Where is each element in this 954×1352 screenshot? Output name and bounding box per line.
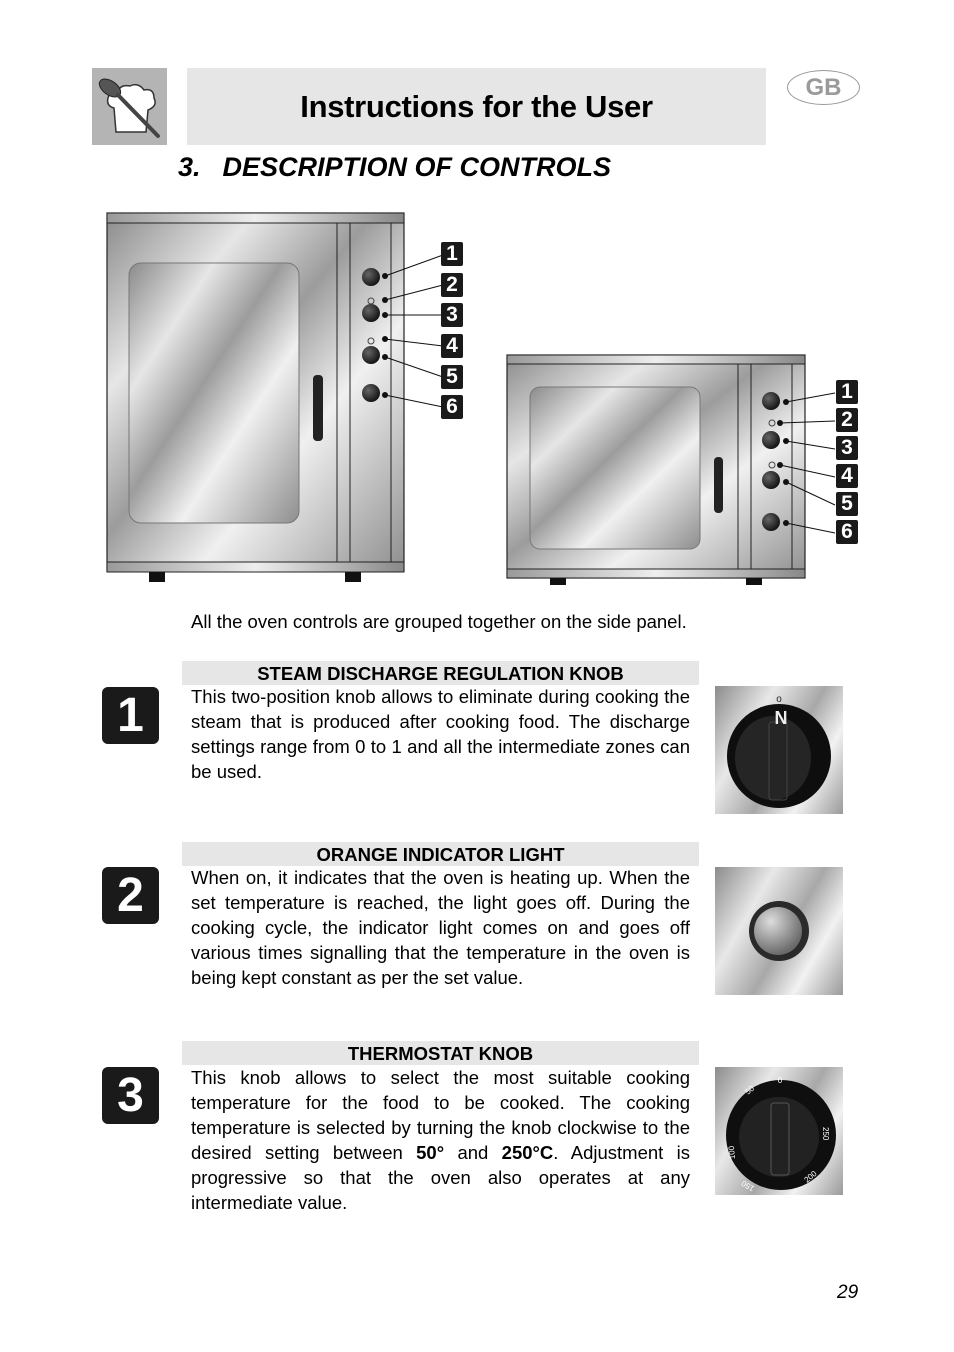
page-title: Instructions for the User xyxy=(300,88,653,124)
large-oven-callout-6: 6 xyxy=(441,395,463,419)
header-bar: Instructions for the User xyxy=(187,68,766,145)
small-oven-callout-1: 1 xyxy=(836,380,858,404)
steam-knob-icon: o N xyxy=(715,686,843,814)
knob-label-250: 250 xyxy=(821,1127,830,1141)
item-1-number-badge: 1 xyxy=(102,687,159,744)
small-oven-callout-3: 3 xyxy=(836,436,858,460)
item-3-body-text-mid: and xyxy=(444,1142,502,1163)
large-oven-callout-1: 1 xyxy=(441,242,463,266)
section-title: 3. DESCRIPTION OF CONTROLS xyxy=(178,152,611,183)
small-oven-callout-4: 4 xyxy=(836,464,858,488)
knob-label-100: 100 xyxy=(727,1145,737,1160)
item-3-body: This knob allows to select the most suit… xyxy=(191,1065,690,1215)
item-2-heading: ORANGE INDICATOR LIGHT xyxy=(182,842,699,866)
svg-text:N: N xyxy=(775,708,788,728)
large-oven-callout-5: 5 xyxy=(441,365,463,389)
small-oven-illustration xyxy=(506,354,836,585)
item-2-body: When on, it indicates that the oven is h… xyxy=(191,867,690,988)
item-2-number-badge: 2 xyxy=(102,867,159,924)
language-badge: GB xyxy=(787,70,860,105)
item-1-heading: STEAM DISCHARGE REGULATION KNOB xyxy=(182,661,699,685)
page-number: 29 xyxy=(837,1282,859,1303)
intro-text: All the oven controls are grouped togeth… xyxy=(191,611,687,632)
indicator-light-icon xyxy=(715,867,843,995)
large-oven-callout-2: 2 xyxy=(441,273,463,297)
language-badge-text: GB xyxy=(805,73,842,101)
knob-label-0: 0 xyxy=(778,1076,783,1085)
item-3-min-temp: 50° xyxy=(416,1142,445,1163)
item-3-max-temp: 250°C xyxy=(501,1142,554,1163)
small-oven-callout-5: 5 xyxy=(836,492,858,516)
thermostat-knob-icon: 0 50 100 150 200 250 xyxy=(715,1067,843,1195)
small-oven-callout-2: 2 xyxy=(836,408,858,432)
section-title-text: DESCRIPTION OF CONTROLS xyxy=(222,152,612,182)
section-number: 3. xyxy=(178,152,201,182)
item-1-body: This two-position knob allows to elimina… xyxy=(191,686,690,782)
large-oven-callout-3: 3 xyxy=(441,303,463,327)
item-3-heading: THERMOSTAT KNOB xyxy=(182,1041,699,1065)
small-oven-callout-6: 6 xyxy=(836,520,858,544)
item-3-number-badge: 3 xyxy=(102,1067,159,1124)
svg-text:o: o xyxy=(776,694,782,705)
large-oven-illustration xyxy=(106,212,444,582)
large-oven-callout-4: 4 xyxy=(441,334,463,358)
chef-hat-spoon-icon xyxy=(92,68,167,145)
